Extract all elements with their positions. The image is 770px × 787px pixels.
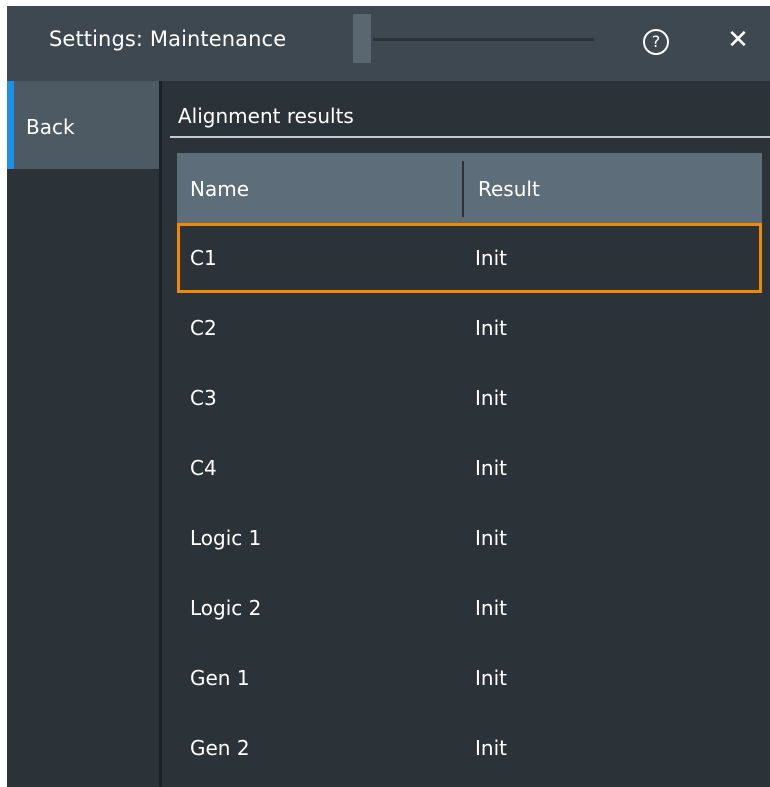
transparency-slider-thumb[interactable] — [353, 14, 371, 63]
cell-name: C3 — [190, 386, 217, 410]
close-icon[interactable]: ✕ — [723, 25, 753, 55]
table-row[interactable]: C1 Init — [177, 223, 762, 293]
cell-result: Init — [475, 526, 507, 550]
cell-result: Init — [475, 666, 507, 690]
settings-window: Settings: Maintenance ? ✕ Back Alignment… — [7, 6, 770, 787]
help-icon[interactable]: ? — [643, 29, 669, 55]
window-title: Settings: Maintenance — [49, 27, 287, 51]
table-header: Name Result — [177, 153, 762, 223]
back-button-label: Back — [26, 115, 75, 139]
table-row[interactable]: Logic 1 Init — [177, 503, 762, 573]
cell-name: Logic 2 — [190, 596, 262, 620]
back-button[interactable]: Back — [7, 81, 159, 169]
cell-result: Init — [475, 736, 507, 760]
column-header-result[interactable]: Result — [478, 177, 540, 201]
cell-result: Init — [475, 386, 507, 410]
title-bar: Settings: Maintenance ? ✕ — [7, 6, 770, 81]
table-row[interactable]: C3 Init — [177, 363, 762, 433]
section-title: Alignment results — [178, 104, 354, 128]
cell-name: Gen 1 — [190, 666, 250, 690]
sidebar: Back — [7, 81, 159, 787]
table-row[interactable]: C4 Init — [177, 433, 762, 503]
alignment-results-table: Name Result C1 Init C2 Init C3 Init C4 Init Logi… — [177, 153, 762, 783]
column-header-name[interactable]: Name — [190, 177, 249, 201]
table-row[interactable]: C2 Init — [177, 293, 762, 363]
cell-result: Init — [475, 596, 507, 620]
cell-result: Init — [475, 246, 507, 270]
table-row[interactable]: Gen 1 Init — [177, 643, 762, 713]
cell-result: Init — [475, 456, 507, 480]
cell-name: Logic 1 — [190, 526, 262, 550]
back-button-accent — [7, 81, 14, 169]
cell-name: Gen 2 — [190, 736, 250, 760]
help-glyph: ? — [651, 32, 661, 51]
column-separator[interactable] — [462, 161, 464, 217]
cell-name: C2 — [190, 316, 217, 340]
close-glyph: ✕ — [727, 25, 749, 55]
table-row[interactable]: Logic 2 Init — [177, 573, 762, 643]
cell-name: C1 — [190, 246, 217, 270]
sidebar-divider — [159, 81, 162, 787]
transparency-slider-track[interactable] — [373, 38, 594, 41]
cell-name: C4 — [190, 456, 217, 480]
table-row[interactable]: Gen 2 Init — [177, 713, 762, 783]
cell-result: Init — [475, 316, 507, 340]
section-underline — [170, 136, 770, 138]
